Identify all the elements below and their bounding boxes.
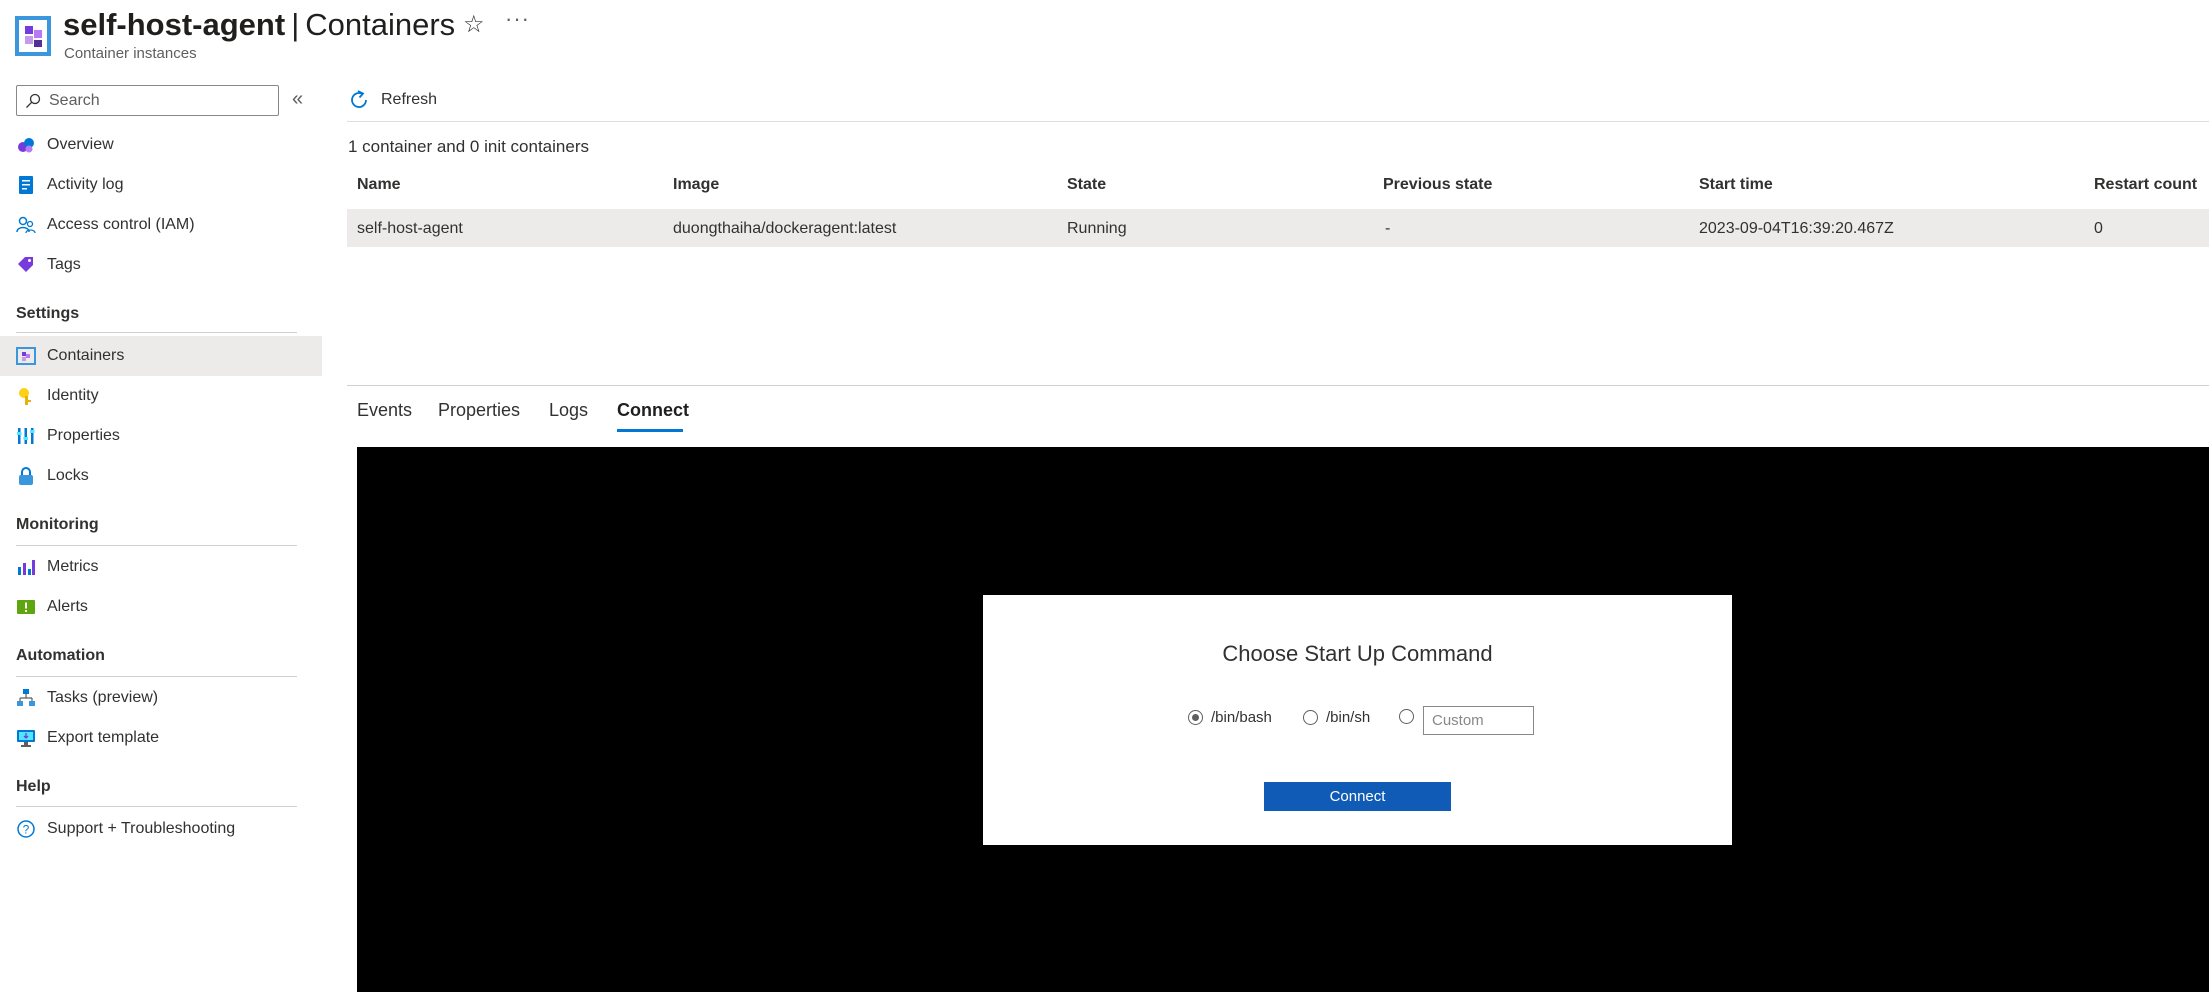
column-header-restart-count[interactable]: Restart count <box>2094 176 2197 194</box>
section-divider <box>16 332 297 333</box>
sidebar-item-iam[interactable]: Access control (IAM) <box>0 205 322 245</box>
cell-name: self-host-agent <box>357 220 463 237</box>
tag-icon <box>18 257 33 272</box>
sidebar-item-label: Metrics <box>47 558 99 575</box>
radio-button[interactable] <box>1303 710 1318 725</box>
radio-label: /bin/sh <box>1326 709 1371 726</box>
ellipsis-icon[interactable]: ··· <box>505 6 530 32</box>
sidebar-item-label: Alerts <box>47 598 88 615</box>
resource-menu: « Overview Activity log Access control (… <box>0 80 322 1001</box>
iam-icon <box>16 216 36 234</box>
cell-image: duongthaiha/dockeragent:latest <box>673 220 897 237</box>
overview-icon <box>18 138 34 153</box>
cell-start-time: 2023-09-04T16:39:20.467Z <box>1699 220 1894 237</box>
radio-button[interactable] <box>1399 709 1414 724</box>
sidebar-item-label: Support + Troubleshooting <box>47 820 236 837</box>
refresh-label: Refresh <box>381 91 438 108</box>
section-divider <box>16 806 297 807</box>
column-header-image[interactable]: Image <box>673 176 719 194</box>
sidebar-item-containers[interactable]: Containers <box>0 336 322 376</box>
sidebar-item-label: Containers <box>47 347 125 364</box>
sidebar-item-locks[interactable]: Locks <box>0 456 322 496</box>
sidebar-item-label: Tasks (preview) <box>47 689 159 706</box>
title-separator: | <box>291 7 300 42</box>
radio-button-selected[interactable] <box>1188 710 1203 725</box>
sidebar-item-alerts[interactable]: Alerts <box>0 587 322 627</box>
radio-bin-bash[interactable]: /bin/bash <box>1188 709 1272 726</box>
active-tab-indicator <box>617 429 683 432</box>
star-icon[interactable]: ☆ <box>463 10 485 39</box>
section-title-monitoring: Monitoring <box>16 516 99 533</box>
sidebar-item-label: Identity <box>47 387 99 404</box>
sidebar-item-label: Properties <box>47 427 120 444</box>
column-header-previous-state[interactable]: Previous state <box>1383 176 1492 194</box>
radio-bin-sh[interactable]: /bin/sh <box>1303 709 1370 726</box>
blade-name: Containers <box>305 7 456 42</box>
properties-icon <box>17 428 35 444</box>
cell-state: Running <box>1067 220 1127 237</box>
resource-type: Container instances <box>64 45 197 62</box>
section-title-settings: Settings <box>16 305 80 322</box>
refresh-button[interactable]: Refresh <box>347 82 437 118</box>
metrics-icon <box>18 560 35 575</box>
support-icon: ? <box>17 820 35 838</box>
export-template-icon <box>17 730 35 747</box>
page-header: self-host-agent | Containers Container ins… <box>0 0 2209 70</box>
section-divider <box>16 545 297 546</box>
sidebar-item-label: Tags <box>47 256 81 273</box>
sidebar-item-label: Activity log <box>47 176 124 193</box>
sidebar-item-activity-log[interactable]: Activity log <box>0 165 322 205</box>
search-input[interactable] <box>47 90 267 111</box>
container-count: 1 container and 0 init containers <box>348 137 589 156</box>
sidebar-item-label: Export template <box>47 729 160 746</box>
column-header-start-time[interactable]: Start time <box>1699 176 1773 194</box>
section-divider <box>16 676 297 677</box>
tasks-icon <box>17 689 35 706</box>
tab-logs[interactable]: Logs <box>549 400 588 421</box>
detail-pane-divider <box>347 385 2209 386</box>
sidebar-item-support[interactable]: ? Support + Troubleshooting <box>0 809 322 849</box>
svg-text:?: ? <box>23 823 30 837</box>
sidebar-item-tags[interactable]: Tags <box>0 245 322 285</box>
lock-icon <box>19 467 33 485</box>
table-row[interactable] <box>347 209 2209 247</box>
column-header-name[interactable]: Name <box>357 176 401 194</box>
container-instances-icon <box>15 16 51 56</box>
tab-properties[interactable]: Properties <box>438 400 520 421</box>
sidebar-item-properties[interactable]: Properties <box>0 416 322 456</box>
startup-command-dialog: Choose Start Up Command /bin/bash /bin/s… <box>983 595 1732 845</box>
alerts-icon <box>17 600 35 614</box>
radio-custom[interactable] <box>1399 709 1422 724</box>
section-title-help: Help <box>16 778 51 795</box>
custom-command-input[interactable] <box>1423 706 1534 735</box>
radio-label: /bin/bash <box>1211 709 1272 726</box>
identity-icon <box>19 388 31 405</box>
cell-restart-count: 0 <box>2094 220 2103 237</box>
sidebar-item-export-template[interactable]: Export template <box>0 718 322 758</box>
resource-name: self-host-agent <box>63 7 286 42</box>
cell-previous-state: - <box>1385 220 1391 237</box>
refresh-icon <box>351 90 367 108</box>
menu-search[interactable] <box>16 85 279 116</box>
activity-log-icon <box>19 176 33 194</box>
collapse-menu-icon[interactable]: « <box>292 88 303 111</box>
tab-events[interactable]: Events <box>357 400 412 421</box>
sidebar-item-tasks[interactable]: Tasks (preview) <box>0 678 322 718</box>
toolbar-divider <box>347 121 2209 122</box>
tab-connect[interactable]: Connect <box>617 400 689 421</box>
page-title: self-host-agent | Containers <box>63 6 455 44</box>
column-header-state[interactable]: State <box>1067 176 1106 194</box>
sidebar-item-overview[interactable]: Overview <box>0 125 322 165</box>
containers-icon <box>16 347 36 365</box>
section-title-automation: Automation <box>16 647 105 664</box>
connect-button[interactable]: Connect <box>1264 782 1451 811</box>
sidebar-item-metrics[interactable]: Metrics <box>0 547 322 587</box>
search-icon <box>26 93 41 108</box>
sidebar-item-identity[interactable]: Identity <box>0 376 322 416</box>
sidebar-item-label: Access control (IAM) <box>47 216 195 233</box>
sidebar-item-label: Locks <box>47 467 89 484</box>
sidebar-item-label: Overview <box>47 136 114 153</box>
dialog-title: Choose Start Up Command <box>1222 641 1493 666</box>
